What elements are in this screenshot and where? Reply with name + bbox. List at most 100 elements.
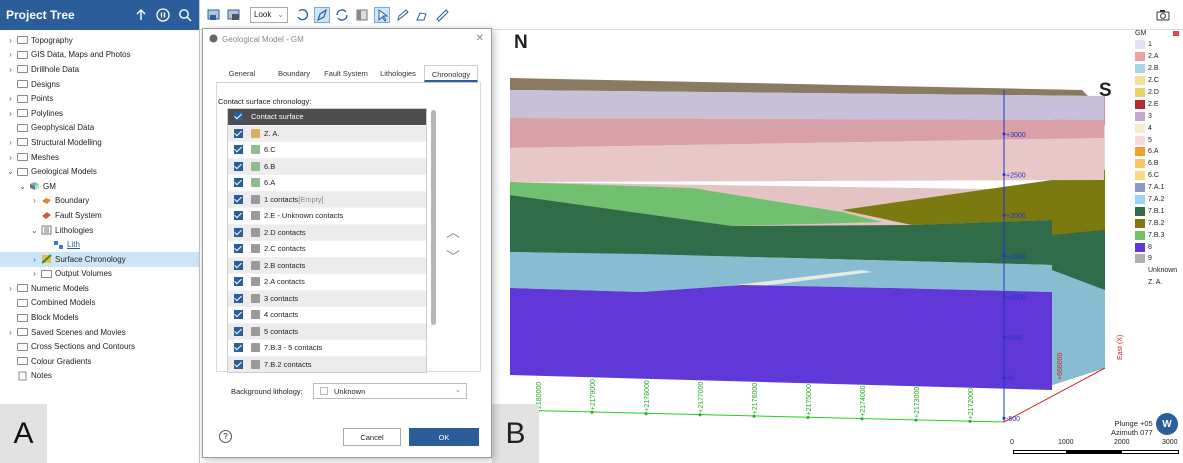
expand-chevron-icon[interactable]: › xyxy=(6,50,15,59)
surface-checkbox[interactable] xyxy=(234,310,243,320)
surface-checkbox[interactable] xyxy=(234,194,243,204)
contact-surface-row[interactable]: Z. A. xyxy=(228,125,426,142)
contact-surface-row[interactable]: 1 contacts [Empty] xyxy=(228,191,426,208)
tree-item[interactable]: Designs xyxy=(0,77,199,92)
move-down-icon[interactable]: ﹀ xyxy=(446,247,460,267)
expand-chevron-icon[interactable]: ⌄ xyxy=(6,167,15,176)
camera-icon[interactable] xyxy=(1155,7,1171,23)
surface-checkbox[interactable] xyxy=(234,227,243,237)
contact-surface-row[interactable]: 2.B contacts xyxy=(228,257,426,274)
surface-checkbox[interactable] xyxy=(234,145,243,155)
expand-chevron-icon[interactable]: › xyxy=(30,196,39,205)
contact-surface-row[interactable]: 6.B xyxy=(228,158,426,175)
tree-item[interactable]: › Polylines xyxy=(0,106,199,121)
surface-checkbox[interactable] xyxy=(234,343,243,353)
tree-item[interactable]: › Points xyxy=(0,91,199,106)
edit-shape-icon[interactable] xyxy=(414,7,430,23)
pause-icon[interactable] xyxy=(155,7,171,23)
tree-item[interactable]: Block Models xyxy=(0,310,199,325)
expand-chevron-icon[interactable]: › xyxy=(30,255,39,264)
tree-item[interactable]: ⌄ Lithologies xyxy=(0,223,199,238)
expand-chevron-icon[interactable]: › xyxy=(6,153,15,162)
tree-item[interactable]: ⌄ GM xyxy=(0,179,199,194)
surface-checkbox[interactable] xyxy=(234,128,243,138)
contact-surface-row[interactable]: 5 contacts xyxy=(228,323,426,340)
expand-chevron-icon[interactable]: ⌄ xyxy=(18,182,27,191)
legend-close-icon[interactable] xyxy=(1173,31,1179,36)
surface-checkbox[interactable] xyxy=(234,244,243,254)
help-icon[interactable]: ? xyxy=(219,430,232,443)
tree-item[interactable]: › Meshes xyxy=(0,150,199,165)
contact-surface-row[interactable]: 6.A xyxy=(228,175,426,192)
background-lithology-select[interactable]: Unknown ⌄ xyxy=(313,383,467,399)
tree-item[interactable]: ⌄ Geological Models xyxy=(0,164,199,179)
contact-surface-row[interactable]: 4 contacts xyxy=(228,307,426,324)
tree-item[interactable]: Colour Gradients xyxy=(0,354,199,369)
tree-item[interactable]: › Output Volumes xyxy=(0,267,199,282)
collapse-up-icon[interactable] xyxy=(133,7,149,23)
ok-button[interactable]: OK xyxy=(409,428,479,446)
draw-pen-icon[interactable] xyxy=(314,6,330,23)
contact-surface-row[interactable]: 7.B.2 contacts xyxy=(228,356,426,372)
ruler-icon[interactable] xyxy=(434,7,450,23)
surface-checkbox[interactable] xyxy=(234,359,243,369)
tab-general[interactable]: General xyxy=(216,65,268,82)
tree-item[interactable]: › Surface Chronology xyxy=(0,251,199,267)
tree-item[interactable]: › Saved Scenes and Movies xyxy=(0,325,199,340)
expand-chevron-icon[interactable]: › xyxy=(6,328,15,337)
tree-item[interactable]: Notes xyxy=(0,369,199,384)
search-icon[interactable] xyxy=(177,7,193,23)
contact-surface-row[interactable]: 2.E - Unknown contacts xyxy=(228,208,426,225)
orientation-globe-icon[interactable]: W xyxy=(1156,413,1178,435)
contact-surface-row[interactable]: 3 contacts xyxy=(228,290,426,307)
tab-chronology[interactable]: Chronology xyxy=(424,65,478,82)
move-up-icon[interactable]: ︿ xyxy=(446,222,460,242)
list-scrollbar[interactable] xyxy=(431,110,436,325)
surface-checkbox[interactable] xyxy=(234,211,243,221)
expand-chevron-icon[interactable]: › xyxy=(6,65,15,74)
select-arrow-icon[interactable] xyxy=(374,6,390,23)
expand-chevron-icon[interactable]: › xyxy=(6,36,15,45)
tree-item[interactable]: › Drillhole Data xyxy=(0,62,199,77)
expand-chevron-icon[interactable]: ⌄ xyxy=(30,226,39,235)
contact-surface-row[interactable]: 6.C xyxy=(228,142,426,159)
tab-lithologies[interactable]: Lithologies xyxy=(372,65,424,82)
contact-surface-row[interactable]: 7.B.3 - 5 contacts xyxy=(228,340,426,357)
look-dropdown[interactable]: Look ⌄ xyxy=(250,6,288,23)
select-all-checkbox[interactable] xyxy=(234,112,243,122)
tree-item[interactable]: Combined Models xyxy=(0,296,199,311)
surface-checkbox[interactable] xyxy=(234,178,243,188)
tree-item[interactable]: Lith xyxy=(0,237,199,252)
tab-fault-system[interactable]: Fault System xyxy=(320,65,372,82)
surface-checkbox[interactable] xyxy=(234,293,243,303)
tree-item[interactable]: Cross Sections and Contours xyxy=(0,339,199,354)
refresh-icon[interactable] xyxy=(334,7,350,23)
expand-chevron-icon[interactable]: › xyxy=(6,109,15,118)
surface-checkbox[interactable] xyxy=(234,326,243,336)
contact-surface-row[interactable]: 2.D contacts xyxy=(228,224,426,241)
contact-surface-list[interactable]: Contact surface Z. A. 6.C 6.B 6.A 1 contacts … xyxy=(227,108,427,373)
tree-item[interactable]: Fault System xyxy=(0,208,199,223)
slice-icon[interactable] xyxy=(354,7,370,23)
expand-chevron-icon[interactable]: › xyxy=(30,269,39,278)
contact-surface-row[interactable]: 2.C contacts xyxy=(228,241,426,258)
surface-checkbox[interactable] xyxy=(234,277,243,287)
expand-chevron-icon[interactable]: › xyxy=(6,284,15,293)
contact-surface-row[interactable]: 2.A contacts xyxy=(228,274,426,291)
expand-chevron-icon[interactable]: › xyxy=(6,138,15,147)
scene-save-icon[interactable] xyxy=(226,7,242,23)
tree-item[interactable]: › Structural Modelling xyxy=(0,135,199,150)
tree-item[interactable]: › Boundary xyxy=(0,194,199,209)
tree-item[interactable]: › Topography xyxy=(0,33,199,48)
tree-item[interactable]: › GIS Data, Maps and Photos xyxy=(0,48,199,63)
pencil-icon[interactable] xyxy=(394,7,410,23)
tree-item[interactable]: Geophysical Data xyxy=(0,121,199,136)
surface-checkbox[interactable] xyxy=(234,161,243,171)
rotate-icon[interactable] xyxy=(294,7,310,23)
tree-item[interactable]: › Numeric Models xyxy=(0,281,199,296)
scene-view-icon[interactable] xyxy=(206,7,222,23)
tab-boundary[interactable]: Boundary xyxy=(268,65,320,82)
surface-checkbox[interactable] xyxy=(234,260,243,270)
3d-scene-viewport[interactable]: +3000 +2500 +2000 +1500 +1000 +500 +0 -500 2180… xyxy=(492,30,1183,463)
cancel-button[interactable]: Cancel xyxy=(343,428,401,446)
